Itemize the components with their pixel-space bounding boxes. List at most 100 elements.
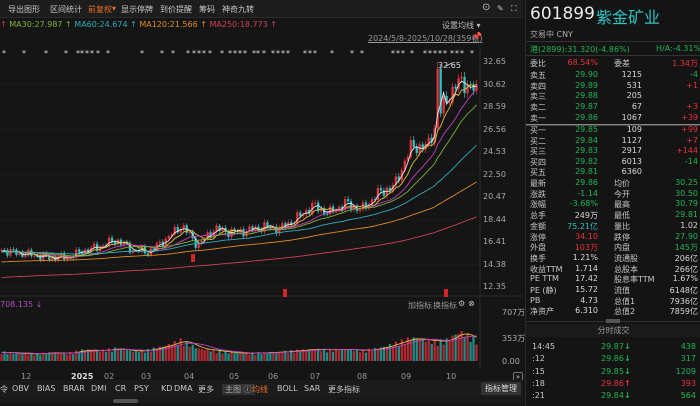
- candle: [101, 245, 105, 247]
- candle: [146, 253, 150, 256]
- volume-bar: [424, 341, 427, 361]
- horizontal-scrollbar[interactable]: [0, 399, 523, 403]
- event-marker-icon: *: [80, 49, 84, 58]
- add-indicator-button[interactable]: 加指标: [408, 300, 432, 311]
- volume-bar: [337, 350, 341, 361]
- scrollbar-thumb[interactable]: [113, 399, 138, 403]
- bid-row: 买一 29.85 109 +99: [530, 125, 698, 136]
- indicator-tab[interactable]: 令: [0, 384, 8, 395]
- panel-resize-handle[interactable]: [606, 319, 620, 323]
- volume-bar: [212, 349, 215, 361]
- volume-bar: [260, 354, 263, 361]
- volume-bar: [98, 351, 102, 361]
- volume-bar: [430, 343, 433, 361]
- volume-bar: [358, 352, 362, 361]
- indicator-tab[interactable]: CR: [115, 384, 126, 393]
- volume-bar: [376, 349, 380, 361]
- quantity: 109: [626, 125, 642, 134]
- switch-indicator-button[interactable]: 换指标: [433, 300, 457, 311]
- volume-bar: [275, 352, 278, 361]
- main-chart-tab[interactable]: 更多指标: [328, 384, 360, 395]
- event-marker-icon: *: [171, 49, 175, 58]
- event-marker-icon: *: [455, 49, 459, 58]
- volume-bar: [9, 352, 12, 361]
- candle: [296, 212, 299, 224]
- event-marker-icon: *: [186, 49, 190, 58]
- volume-bar: [128, 350, 132, 361]
- value: 6.310: [575, 306, 598, 316]
- indicator-tab[interactable]: BIAS: [37, 384, 55, 393]
- value: 1.67%: [672, 274, 698, 284]
- indicator-tab[interactable]: DMI: [91, 384, 106, 393]
- month-label: 02: [104, 372, 115, 381]
- price-axis-label: 20.47: [483, 192, 506, 201]
- indicator-tab[interactable]: PSY: [134, 384, 149, 393]
- volume-bar: [442, 344, 445, 361]
- tick-price: 29.86: [601, 378, 624, 388]
- label: 流通股: [614, 253, 638, 263]
- indicator-tab[interactable]: DMA: [174, 384, 193, 393]
- quantity: 1215: [621, 70, 642, 79]
- main-chart-tab[interactable]: BOLL: [277, 384, 298, 393]
- ma-line: [1, 88, 477, 258]
- tick-price: 29.84: [601, 391, 624, 401]
- event-marker-icon: *: [396, 49, 400, 58]
- indicator-tab[interactable]: OBV: [12, 384, 29, 393]
- tick-volume: 564: [680, 391, 696, 401]
- price: 29.86: [575, 112, 598, 122]
- volume-bar: [248, 354, 251, 361]
- main-chart-tab[interactable]: 均线: [252, 384, 268, 395]
- indicator-tab[interactable]: KD: [161, 384, 172, 393]
- bid-row: 买四 29.82 6013 -14: [530, 157, 698, 168]
- main-chart-tab[interactable]: SAR: [304, 384, 320, 393]
- volume-bar: [293, 352, 296, 361]
- event-marker-icon: *: [433, 49, 437, 58]
- tick-volume: 1209: [675, 366, 696, 376]
- ha-premium: H/A:-4.31%: [656, 44, 700, 53]
- tick-time: :12: [532, 354, 545, 364]
- label: 量比: [614, 221, 630, 231]
- volume-bar: [466, 333, 469, 361]
- value: 27.90: [675, 231, 698, 241]
- gear-icon[interactable]: ⚙: [458, 299, 465, 308]
- indicator-tab[interactable]: 更多: [198, 384, 214, 395]
- volume-bar: [317, 348, 320, 361]
- candle: [113, 242, 117, 244]
- volume-bar: [54, 352, 57, 361]
- volume-bar: [475, 344, 478, 361]
- value: -1.14: [577, 188, 598, 198]
- change: +144: [676, 146, 698, 155]
- quantity: 1127: [621, 135, 642, 145]
- stat-row: PE TTM 17.42 股息率TTM 1.67%: [530, 274, 698, 285]
- volume-bar: [45, 354, 48, 361]
- candle: [358, 209, 362, 211]
- volume-bar: [364, 352, 368, 361]
- candle: [448, 102, 451, 104]
- volume-bar: [176, 344, 179, 361]
- month-label: 12: [21, 372, 32, 381]
- volume-bar: [227, 353, 230, 361]
- value: 75.21亿: [567, 221, 598, 231]
- ask-row: 卖四 29.89 531 +1: [530, 81, 698, 92]
- indicator-management-button[interactable]: 指标管理: [481, 382, 521, 395]
- label: 买二: [530, 136, 546, 146]
- change: +7: [686, 135, 698, 145]
- indicator-tab[interactable]: BRAR: [63, 384, 85, 393]
- volume-bar: [21, 353, 24, 361]
- volume-bar: [89, 350, 93, 361]
- close-icon[interactable]: ⊗: [468, 299, 475, 308]
- event-marker-icon: *: [160, 49, 164, 58]
- volume-bar: [457, 333, 460, 361]
- ma-line: [1, 84, 477, 259]
- label: 收益TTM: [530, 264, 563, 274]
- value: 30.79: [675, 199, 698, 209]
- volume-bar: [27, 354, 30, 361]
- label: 净资产: [530, 307, 554, 317]
- volume-bar: [463, 337, 466, 361]
- candle: [0, 249, 3, 251]
- event-marker-icon: *: [90, 49, 94, 58]
- event-marker-icon: *: [443, 49, 447, 58]
- volume-bar: [63, 352, 66, 361]
- main-chart-tab[interactable]: 主图 ⓘ: [222, 384, 255, 395]
- stat-row: 收益TTM 1.714 总股本 266亿: [530, 264, 698, 275]
